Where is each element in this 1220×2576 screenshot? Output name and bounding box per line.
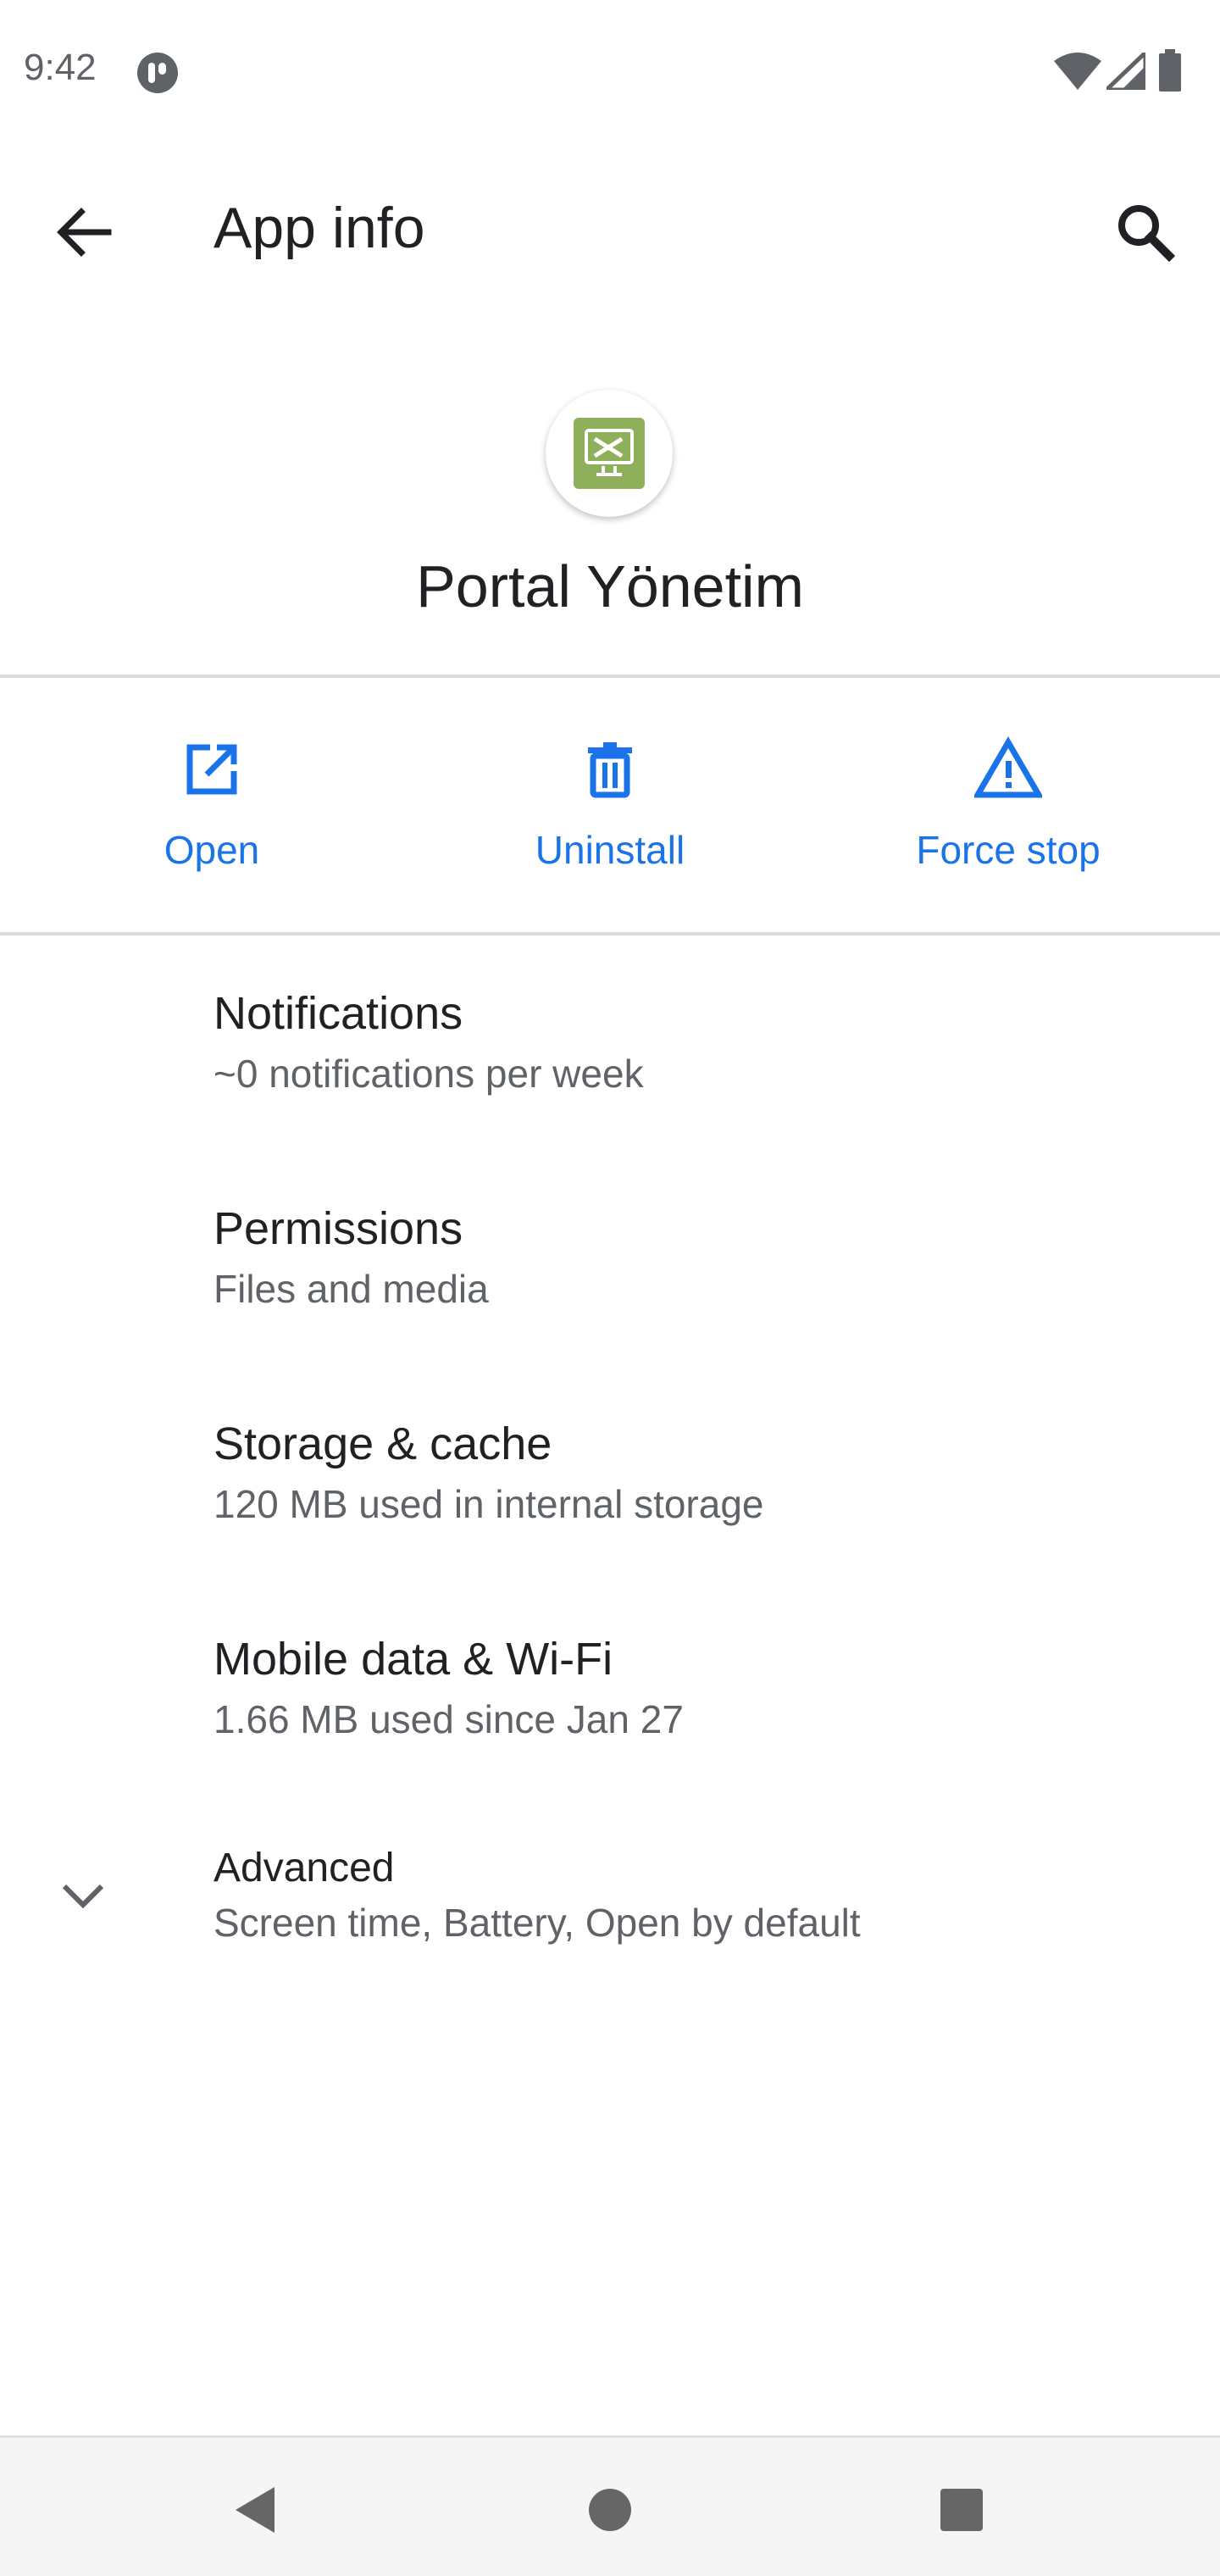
back-button[interactable]: [42, 192, 124, 273]
mobile-data-title: Mobile data & Wi-Fi: [214, 1634, 613, 1685]
app-notification-icon: [137, 53, 178, 93]
mobile-data-subtitle: 1.66 MB used since Jan 27: [214, 1697, 684, 1741]
status-icons: [1054, 49, 1198, 93]
status-bar: 9:42: [0, 0, 1220, 144]
warning-icon: [974, 736, 1042, 798]
nav-home-icon[interactable]: [572, 2472, 648, 2548]
app-icon: [546, 390, 673, 517]
permissions-item[interactable]: Permissions Files and media: [0, 1156, 1220, 1371]
page-title: App info: [214, 196, 425, 260]
uninstall-button[interactable]: Uninstall: [407, 678, 813, 932]
app-name: Portal Yönetim: [416, 553, 804, 619]
arrow-back-icon: [57, 208, 112, 257]
search-icon: [1118, 205, 1176, 263]
navigation-bar: [0, 2435, 1220, 2576]
app-logo-icon: [574, 418, 645, 489]
permissions-title: Permissions: [214, 1203, 463, 1254]
open-button[interactable]: Open: [8, 678, 415, 932]
advanced-title: Advanced: [214, 1846, 395, 1890]
status-time: 9:42: [24, 47, 97, 88]
storage-cache-item[interactable]: Storage & cache 120 MB used in internal …: [0, 1371, 1220, 1586]
advanced-subtitle: Screen time, Battery, Open by default: [214, 1901, 861, 1945]
divider: [0, 932, 1220, 935]
uninstall-label: Uninstall: [535, 828, 685, 872]
wifi-icon: [1054, 53, 1101, 90]
force-stop-label: Force stop: [916, 828, 1101, 872]
chevron-down-icon: [62, 1884, 104, 1909]
permissions-subtitle: Files and media: [214, 1267, 489, 1311]
open-label: Open: [164, 828, 260, 872]
cellular-signal-icon: [1106, 53, 1145, 90]
trash-icon: [588, 742, 632, 798]
storage-cache-title: Storage & cache: [214, 1418, 552, 1469]
search-button[interactable]: [1105, 192, 1186, 273]
notifications-subtitle: ~0 notifications per week: [214, 1052, 644, 1096]
force-stop-button[interactable]: Force stop: [805, 678, 1212, 932]
mobile-data-item[interactable]: Mobile data & Wi-Fi 1.66 MB used since J…: [0, 1586, 1220, 1802]
toolbar: App info: [0, 161, 1220, 297]
notifications-title: Notifications: [214, 988, 463, 1039]
storage-cache-subtitle: 120 MB used in internal storage: [214, 1482, 764, 1526]
battery-icon: [1159, 49, 1181, 92]
notifications-item[interactable]: Notifications ~0 notifications per week: [0, 941, 1220, 1156]
nav-back-icon[interactable]: [217, 2472, 293, 2548]
open-external-icon: [186, 744, 237, 795]
nav-recents-icon[interactable]: [923, 2472, 1000, 2548]
advanced-item[interactable]: Advanced Screen time, Battery, Open by d…: [0, 1802, 1220, 2017]
